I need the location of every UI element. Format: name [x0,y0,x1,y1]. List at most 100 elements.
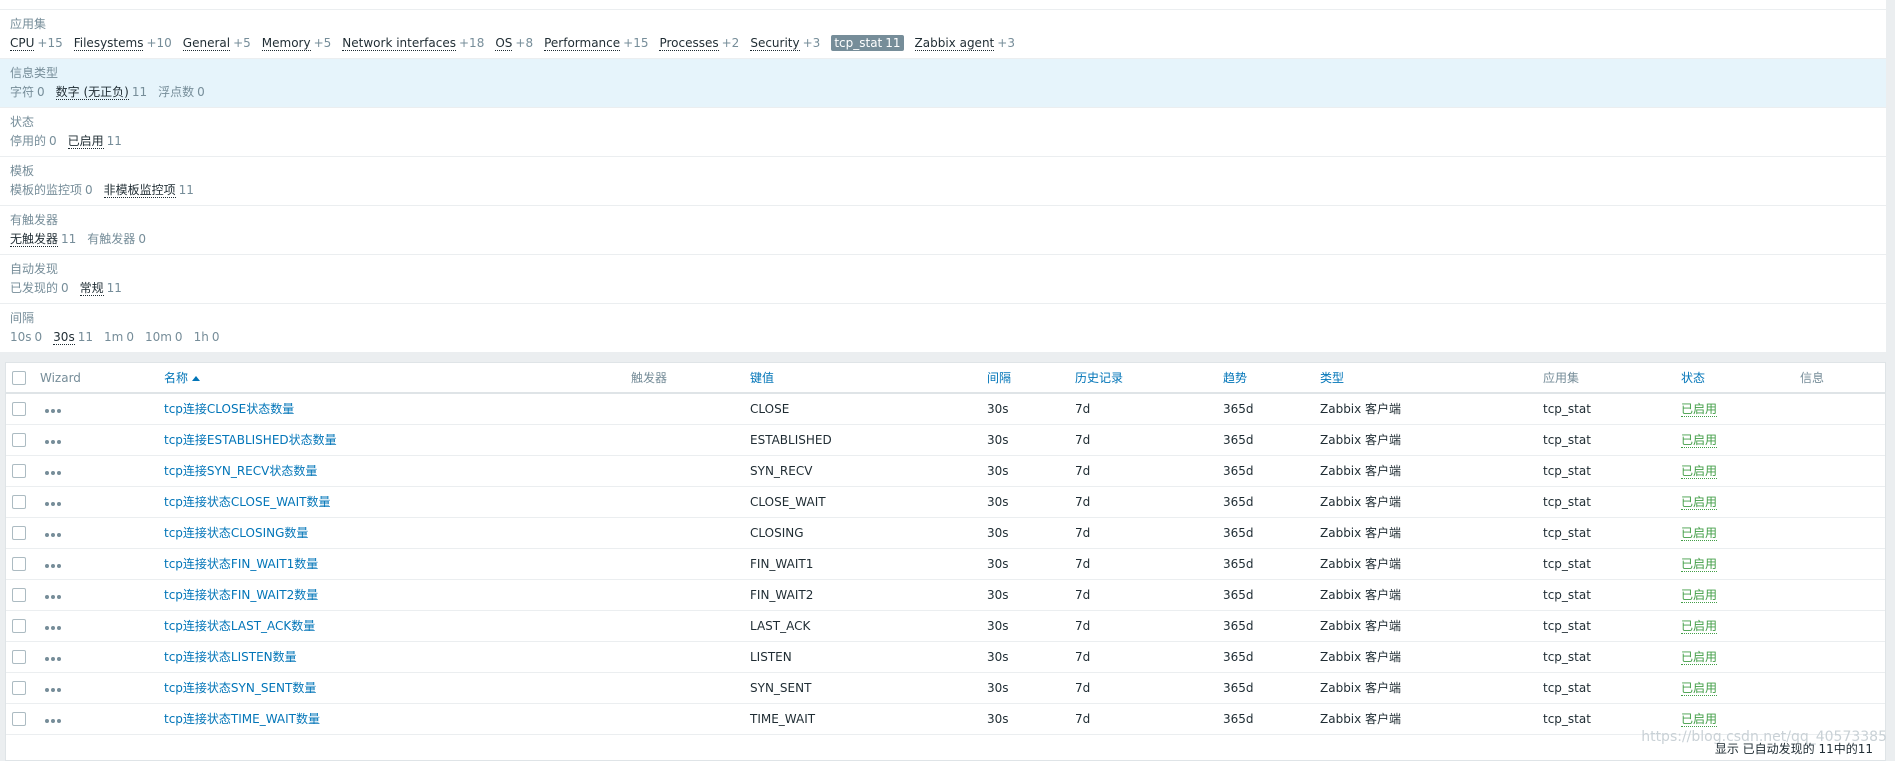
facet-value[interactable]: General +5 [182,35,251,51]
item-name-link[interactable]: tcp连接状态LAST_ACK数量 [164,611,315,642]
more-options-icon[interactable] [43,549,63,580]
facet-value[interactable]: Filesystems +10 [73,35,172,51]
facet-value[interactable]: 30s 11 [53,329,93,345]
item-name-link[interactable]: tcp连接ESTABLISHED状态数量 [164,425,337,456]
item-name-link[interactable]: tcp连接状态CLOSING数量 [164,518,308,549]
facet-value[interactable]: Performance +15 [544,35,648,51]
facet-value[interactable]: 非模板监控项 11 [103,182,194,198]
more-options-icon[interactable] [43,611,63,642]
facet-value[interactable]: Network interfaces +18 [342,35,484,51]
table-row: tcp连接状态CLOSE_WAIT数量 CLOSE_WAIT 30s 7d 365d Za… [6,487,1885,518]
item-history: 7d [1075,681,1091,695]
col-interval[interactable]: 间隔 [987,363,1011,394]
item-key: FIN_WAIT1 [750,557,814,571]
row-checkbox[interactable] [12,433,26,447]
facet-value-label: 10s [10,330,32,344]
dot [51,688,55,692]
facet-value-count: 0 [85,183,93,197]
item-key: SYN_RECV [750,464,813,478]
dot [45,595,49,599]
col-history[interactable]: 历史记录 [1075,363,1123,394]
row-checkbox[interactable] [12,557,26,571]
top-strip [0,0,1886,10]
item-application: tcp_stat [1543,712,1591,726]
facet-group: 间隔 10s 0 30s 11 1m 0 10m 0 1h 0 [0,304,1886,353]
item-trends: 365d [1223,681,1254,695]
col-name[interactable]: 名称 [164,363,201,394]
item-status-toggle[interactable]: 已启用 [1681,495,1718,510]
row-checkbox[interactable] [12,650,26,664]
item-status-toggle[interactable]: 已启用 [1681,650,1718,665]
row-checkbox[interactable] [12,526,26,540]
item-name-link[interactable]: tcp连接SYN_RECV状态数量 [164,456,317,487]
more-options-icon[interactable] [43,518,63,549]
table-row: tcp连接状态TIME_WAIT数量 TIME_WAIT 30s 7d 365d Zabb… [6,704,1885,735]
item-name-link[interactable]: tcp连接状态TIME_WAIT数量 [164,704,320,735]
facet-value-label: Memory [261,36,311,51]
item-name-link[interactable]: tcp连接状态FIN_WAIT1数量 [164,549,318,580]
item-status-toggle[interactable]: 已启用 [1681,464,1718,479]
col-type[interactable]: 类型 [1320,363,1344,394]
facet-value-count: 0 [34,330,43,344]
item-history: 7d [1075,433,1091,447]
facet-value[interactable]: CPU +15 [10,35,63,51]
item-status-toggle[interactable]: 已启用 [1681,433,1718,448]
facet-value[interactable]: 无触发器 11 [10,231,76,247]
row-checkbox[interactable] [12,712,26,726]
more-options-icon[interactable] [43,704,63,735]
row-checkbox[interactable] [12,588,26,602]
facet-value-count: 11 [885,36,901,50]
facet-value-label: 浮点数 [158,85,195,99]
item-status-toggle[interactable]: 已启用 [1681,526,1718,541]
item-status-toggle[interactable]: 已启用 [1681,712,1718,727]
facet-value[interactable]: tcp_stat 11 [831,35,904,51]
row-checkbox[interactable] [12,681,26,695]
row-checkbox[interactable] [12,402,26,416]
item-name-link[interactable]: tcp连接状态FIN_WAIT2数量 [164,580,318,611]
more-options-icon[interactable] [43,642,63,673]
item-status-toggle[interactable]: 已启用 [1681,681,1718,696]
row-checkbox[interactable] [12,619,26,633]
facet-value[interactable]: OS +8 [495,35,533,51]
more-options-icon[interactable] [43,394,63,425]
row-checkbox[interactable] [12,495,26,509]
item-name-link[interactable]: tcp连接状态CLOSE_WAIT数量 [164,487,331,518]
facet-value[interactable]: Processes +2 [659,35,739,51]
item-name-link[interactable]: tcp连接状态LISTEN数量 [164,642,297,673]
col-status[interactable]: 状态 [1681,363,1705,394]
facet-value[interactable]: Memory +5 [261,35,331,51]
item-name-link[interactable]: tcp连接状态SYN_SENT数量 [164,673,316,704]
item-type: Zabbix 客户端 [1320,650,1402,664]
dot [57,533,61,537]
more-options-icon[interactable] [43,673,63,704]
more-options-icon[interactable] [43,487,63,518]
select-all-checkbox[interactable] [12,371,26,385]
facet-value-count: +15 [623,36,649,50]
facet-value-label: 常规 [79,281,104,296]
more-options-icon[interactable] [43,456,63,487]
item-interval: 30s [987,681,1009,695]
item-status-toggle[interactable]: 已启用 [1681,557,1718,572]
facet-value[interactable]: Security +3 [750,35,820,51]
facet-title: 间隔 [10,311,35,325]
facet-value[interactable]: 常规 11 [79,280,122,296]
item-status-toggle[interactable]: 已启用 [1681,402,1718,417]
item-status-toggle[interactable]: 已启用 [1681,588,1718,603]
facet-value-label: 1m [103,330,124,344]
item-name-link[interactable]: tcp连接CLOSE状态数量 [164,394,294,425]
item-application: tcp_stat [1543,464,1591,478]
col-trends[interactable]: 趋势 [1223,363,1247,394]
col-key[interactable]: 键值 [750,363,774,394]
more-options-icon[interactable] [43,580,63,611]
facet-value[interactable]: 数字 (无正负) 11 [55,84,147,100]
item-status-toggle[interactable]: 已启用 [1681,619,1718,634]
item-trends: 365d [1223,650,1254,664]
item-key: FIN_WAIT2 [750,588,814,602]
facet-value[interactable]: Zabbix agent +3 [914,35,1015,51]
dot [45,502,49,506]
facet-value[interactable]: 已启用 11 [67,133,122,149]
more-options-icon[interactable] [43,425,63,456]
row-checkbox[interactable] [12,464,26,478]
item-trends: 365d [1223,588,1254,602]
item-key: LAST_ACK [750,619,811,633]
